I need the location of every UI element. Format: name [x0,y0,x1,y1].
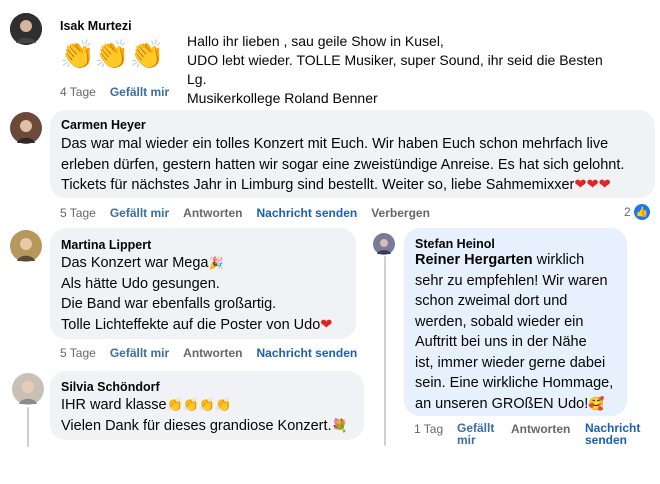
comment-line: Als hätte Udo gesungen. [61,275,220,292]
comment-line: an unseren GROßEN Udo!🥰 [415,395,605,412]
comment-line: Auftritt bei uns in der Nähe [415,334,587,350]
comment-actions: 5 Tage Gefällt mir Antworten Nachricht s… [60,206,430,220]
timestamp[interactable]: 1 Tag [414,422,443,436]
like-button[interactable]: Gefällt mir [110,206,169,220]
timestamp[interactable]: 4 Tage [60,85,96,99]
timestamp[interactable]: 5 Tage [60,346,96,360]
thread-line [27,407,29,447]
comment-line: Tolle Lichteffekte auf die Poster von Ud… [61,316,333,333]
comment-bubble: Carmen Heyer Das war mal wieder ein toll… [50,110,655,198]
comment-author[interactable]: Stefan Heinol [415,237,495,251]
reply-button[interactable]: Antworten [183,346,242,360]
comment-text-block: Hallo ihr lieben , sau geile Show in Kus… [187,32,603,108]
comment-text-block: Reiner Hergarten wirklich sehr zu empfeh… [415,250,613,414]
timestamp[interactable]: 5 Tage [60,206,96,220]
comment-bubble: Martina Lippert Das Konzert war Mega🎉 Al… [50,228,356,339]
comment-line: sehr zu empfehlen! Wir waren [415,272,608,289]
reaction-number: 2 [624,205,631,219]
hide-button[interactable]: Verbergen [371,206,430,220]
comment-bubble: Stefan Heinol Reiner Hergarten wirklich … [404,228,627,416]
clap-emoji: 👏👏👏👏 [166,397,232,412]
send-message-button[interactable]: Nachricht senden [585,422,640,446]
reply-button[interactable]: Antworten [511,422,570,436]
reaction-count[interactable]: 2 👍 [624,204,650,220]
comment-line: Musikerkollege Roland Benner [187,90,378,106]
avatar[interactable] [12,373,44,405]
comment-line: Das Konzert war Mega🎉 [61,255,224,271]
like-button[interactable]: Gefällt mir [110,85,169,99]
comment-text-block: Das war mal wieder ein tolles Konzert mi… [61,134,624,196]
comment-line: schon zweimal dort und [415,293,568,309]
comment-author[interactable]: Silvia Schöndorf [61,380,160,394]
comment-line: Reiner Hergarten wirklich [415,252,585,268]
bouquet-emoji: 💐 [331,417,348,433]
comment-author[interactable]: Martina Lippert [61,238,151,252]
comment-text-block: IHR ward klasse👏👏👏👏 Vielen Dank für dies… [61,395,348,436]
comment-line: Tickets für nächstes Jahr in Limburg sin… [61,177,611,193]
clap-emoji: 👏👏👏 [60,39,165,70]
comment-line: erleben dürfen, gestern hatten wir sogar… [61,156,625,173]
avatar[interactable] [10,230,42,262]
person-icon [10,112,42,144]
person-icon [10,13,42,45]
send-message-button[interactable]: Nachricht senden [257,346,358,360]
comment-line: werden, sobald wieder ein [415,313,584,330]
comment-actions: 5 Tage Gefällt mir Antworten Nachricht s… [60,346,357,360]
heart-emoji: ❤ [320,316,333,333]
reply-button[interactable]: Antworten [183,206,242,220]
like-icon: 👍 [633,204,650,220]
comment-text-block: Das Konzert war Mega🎉 Als hätte Udo gesu… [61,253,332,335]
comment-bubble: Silvia Schöndorf IHR ward klasse👏👏👏👏 Vie… [50,371,364,440]
avatar[interactable] [10,112,42,144]
like-button[interactable]: Gefällt mir [457,422,494,446]
comment-line: UDO lebt wieder. TOLLE Musiker, super So… [187,52,603,68]
comment-line: Die Band war ebenfalls großartig. [61,296,277,312]
comment-line: Hallo ihr lieben , sau geile Show in Kus… [187,33,444,49]
person-icon [10,230,42,262]
thread-line [384,256,386,446]
comment-author[interactable]: Isak Murtezi [60,19,132,33]
avatar[interactable] [373,233,395,255]
person-icon [373,233,395,255]
party-emoji: 🎉 [208,256,224,270]
comment-author[interactable]: Carmen Heyer [61,118,146,132]
comment-line: ist, immer wieder gerne dabei [415,354,606,371]
comment-line: IHR ward klasse👏👏👏👏 [61,397,232,413]
avatar[interactable] [10,13,42,45]
comment-line: Vielen Dank für dieses grandiose Konzert… [61,417,348,434]
comment-line: sein. Eine wirkliche Hommage, [415,375,614,391]
person-icon [12,373,44,405]
smiling-face-emoji: 🥰 [588,395,605,411]
send-message-button[interactable]: Nachricht senden [257,206,358,220]
comment-line: Lg. [187,71,207,87]
mention-link[interactable]: Reiner Hergarten [415,252,533,268]
like-button[interactable]: Gefällt mir [110,346,169,360]
comment-actions: 4 Tage Gefällt mir [60,85,169,99]
heart-emoji: ❤❤❤ [574,177,611,193]
comment-line: Das war mal wieder ein tolles Konzert mi… [61,136,609,152]
